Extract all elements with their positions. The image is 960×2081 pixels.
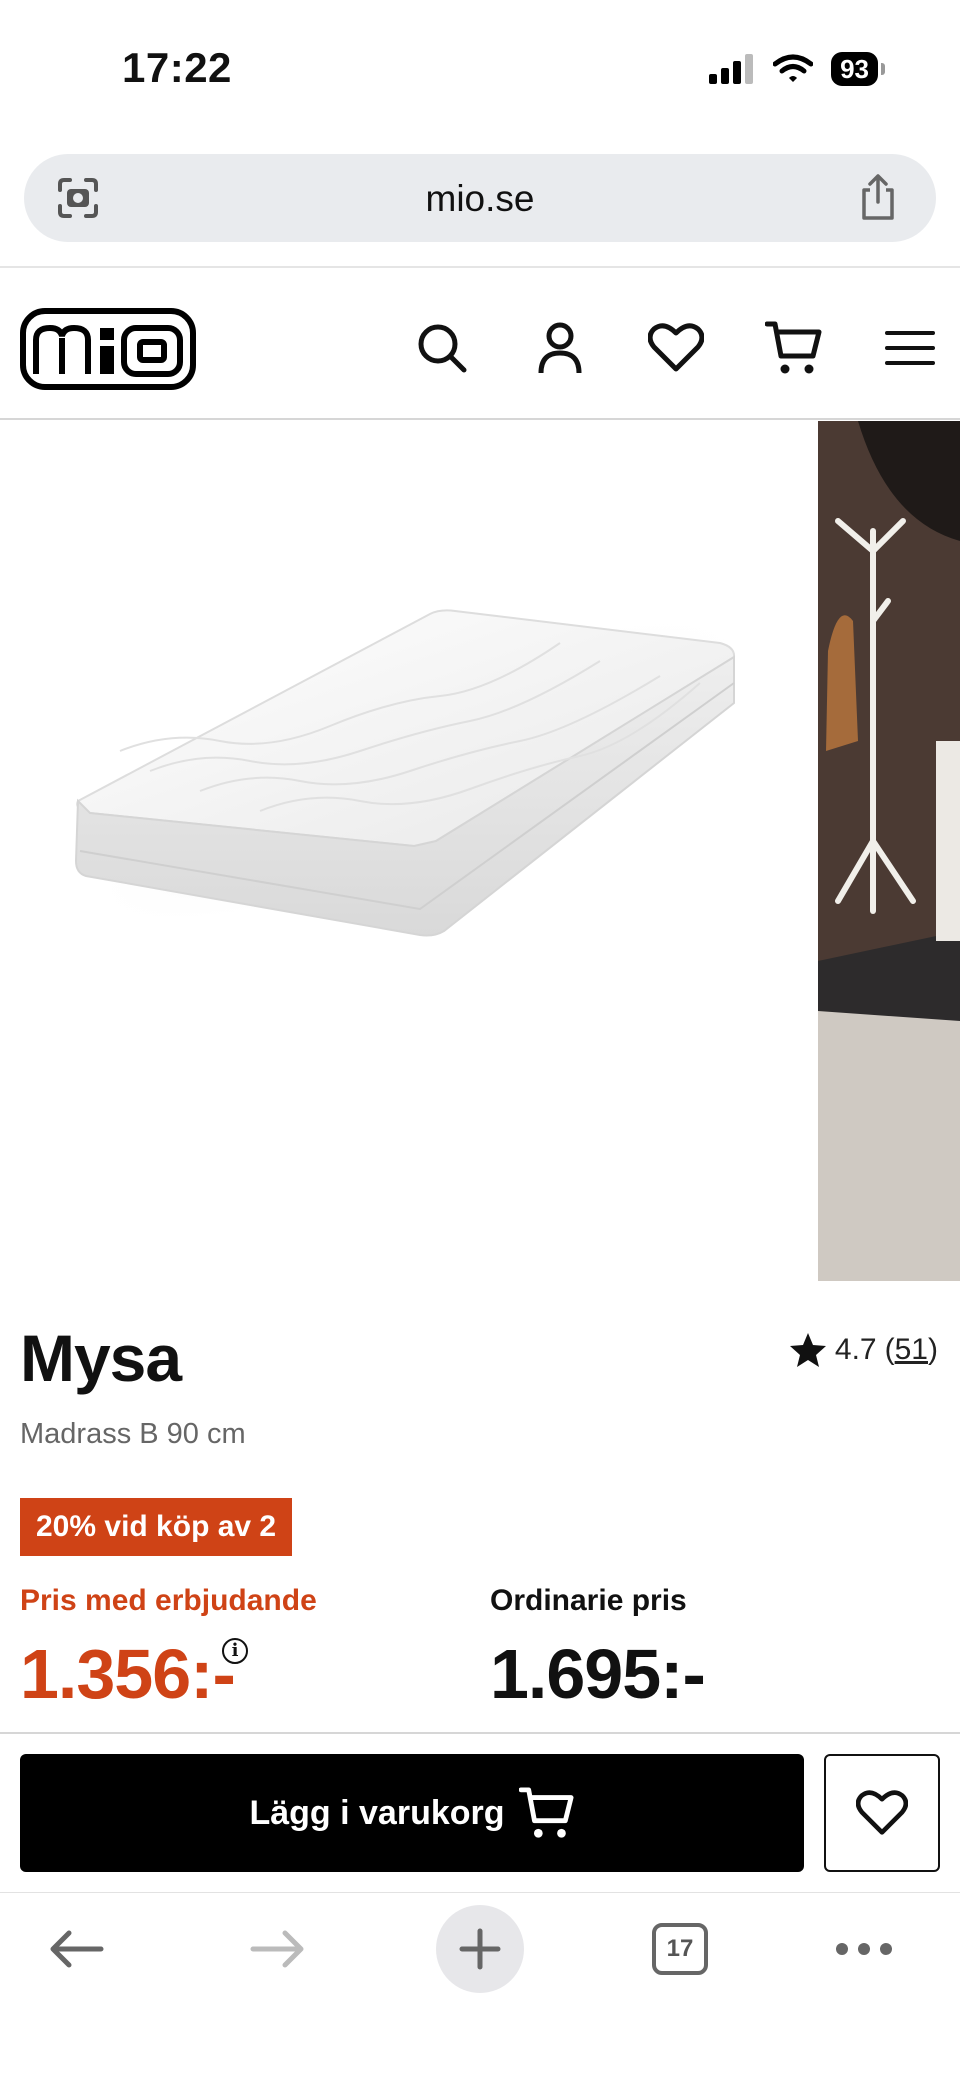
star-icon	[789, 1333, 826, 1367]
divider	[0, 1732, 960, 1734]
browser-toolbar: 17	[0, 1892, 960, 2081]
url-text: mio.se	[425, 178, 535, 219]
offer-price: 1.356:-	[20, 1635, 236, 1713]
rating-count-wrapper[interactable]: (51)	[885, 1333, 938, 1367]
product-rating[interactable]: 4.7 (51)	[789, 1332, 938, 1368]
next-product-image[interactable]	[818, 421, 960, 1281]
cellular-signal-icon	[709, 54, 754, 84]
forward-button[interactable]	[238, 1909, 318, 1989]
rating-value: 4.7	[834, 1333, 877, 1366]
product-subtitle: Madrass B 90 cm	[20, 1418, 246, 1450]
tabs-count: 17	[652, 1923, 708, 1975]
status-indicators: 93	[709, 52, 885, 86]
status-time: 17:22	[122, 44, 232, 91]
share-icon[interactable]	[856, 172, 900, 222]
arrow-right-icon	[250, 1930, 304, 1968]
wifi-icon	[773, 54, 814, 82]
account-icon[interactable]	[530, 318, 590, 378]
promo-badge: 20% vid köp av 2	[20, 1498, 293, 1556]
back-button[interactable]	[36, 1909, 116, 1989]
add-to-cart-label: Lägg i varukorg	[249, 1793, 505, 1832]
status-bar: 17:22 93	[0, 0, 960, 140]
heart-icon	[856, 1790, 908, 1835]
cart-icon	[518, 1787, 574, 1838]
plus-icon	[459, 1928, 501, 1970]
rating-count-link[interactable]: 51	[895, 1333, 928, 1366]
search-icon[interactable]	[412, 318, 472, 378]
menu-icon[interactable]	[880, 318, 940, 378]
cart-icon[interactable]	[764, 318, 824, 378]
product-name: Mysa	[20, 1321, 182, 1395]
tabs-button[interactable]: 17	[640, 1909, 720, 1989]
site-header	[0, 268, 960, 420]
battery-indicator: 93	[831, 52, 885, 86]
regular-price-label: Ordinarie pris	[490, 1584, 687, 1617]
more-icon	[836, 1943, 892, 1955]
add-to-cart-button[interactable]: Lägg i varukorg	[20, 1754, 804, 1872]
mattress-image	[74, 609, 756, 937]
offer-price-label: Pris med erbjudande	[20, 1584, 317, 1617]
add-to-wishlist-button[interactable]	[824, 1754, 940, 1872]
wishlist-heart-icon[interactable]	[646, 318, 706, 378]
more-options-button[interactable]	[824, 1909, 904, 1989]
address-bar[interactable]: mio.se	[24, 154, 936, 242]
info-icon[interactable]: i	[222, 1638, 248, 1664]
new-tab-button[interactable]	[436, 1905, 524, 1993]
regular-price: 1.695:-	[490, 1635, 706, 1713]
product-image-gallery[interactable]	[0, 421, 960, 1281]
mio-logo[interactable]	[20, 308, 196, 390]
arrow-left-icon	[50, 1930, 104, 1968]
